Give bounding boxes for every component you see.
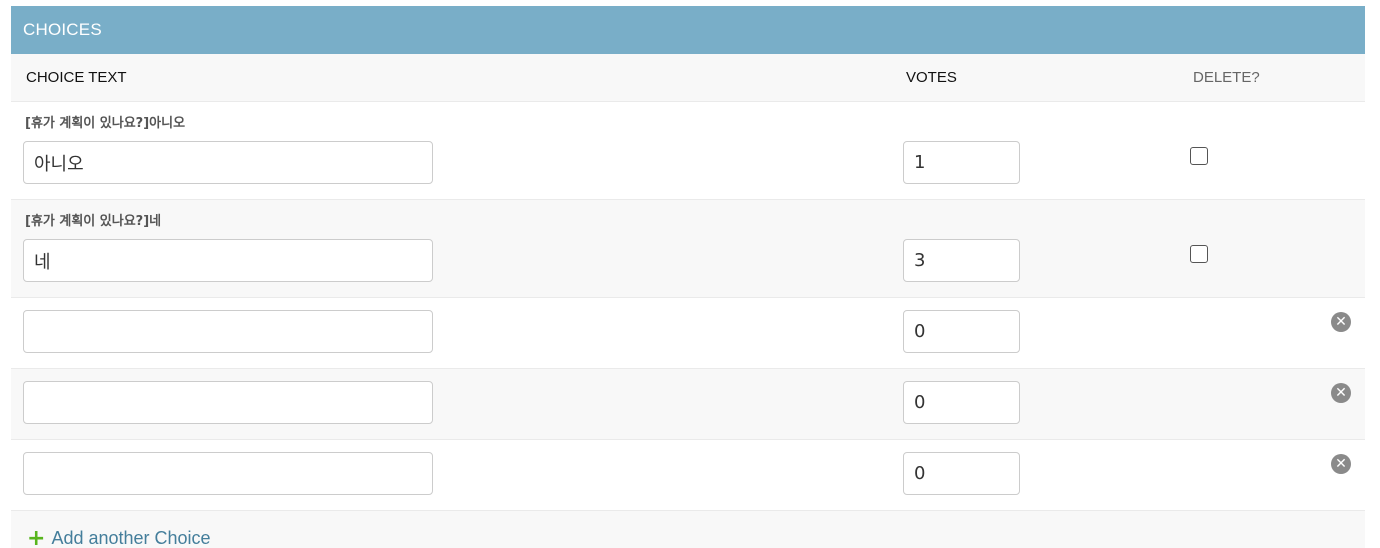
- choice-text-input[interactable]: [23, 141, 433, 184]
- choice-text-input[interactable]: [23, 239, 433, 282]
- add-another-choice-link[interactable]: + Add another Choice: [27, 526, 211, 548]
- remove-circle-x-icon[interactable]: ✕: [1331, 454, 1351, 474]
- choice-text-input[interactable]: [23, 381, 433, 424]
- choice-text-input[interactable]: [23, 452, 433, 495]
- votes-input[interactable]: [903, 141, 1020, 184]
- add-link-label: Add another Choice: [51, 528, 211, 548]
- votes-input[interactable]: [903, 452, 1020, 495]
- add-row: + Add another Choice: [11, 511, 1365, 548]
- plus-icon: +: [27, 526, 46, 548]
- remove-circle-x-icon[interactable]: ✕: [1331, 383, 1351, 403]
- remove-circle-x-icon[interactable]: ✕: [1331, 312, 1351, 332]
- choice-text-input[interactable]: [23, 310, 433, 353]
- delete-checkbox[interactable]: [1190, 245, 1208, 263]
- votes-input[interactable]: [903, 310, 1020, 353]
- votes-input[interactable]: [903, 239, 1020, 282]
- table-row: [휴가 계획이 있나요?]네: [11, 200, 1365, 298]
- header-delete: DELETE?: [1193, 69, 1260, 86]
- table-header: CHOICE TEXT VOTES DELETE?: [11, 54, 1365, 102]
- original-label: [휴가 계획이 있나요?]네: [25, 214, 162, 229]
- header-votes: VOTES: [906, 69, 957, 86]
- choices-inline-module: CHOICES CHOICE TEXT VOTES DELETE? [휴가 계획…: [11, 6, 1365, 548]
- table-row: ✕: [11, 369, 1365, 440]
- header-choice-text: CHOICE TEXT: [26, 69, 127, 86]
- table-row: ✕: [11, 298, 1365, 369]
- table-row: [휴가 계획이 있나요?]아니오: [11, 102, 1365, 200]
- votes-input[interactable]: [903, 381, 1020, 424]
- delete-checkbox[interactable]: [1190, 147, 1208, 165]
- module-caption: CHOICES: [11, 6, 1365, 54]
- table-row: ✕: [11, 440, 1365, 511]
- original-label: [휴가 계획이 있나요?]아니오: [25, 116, 186, 131]
